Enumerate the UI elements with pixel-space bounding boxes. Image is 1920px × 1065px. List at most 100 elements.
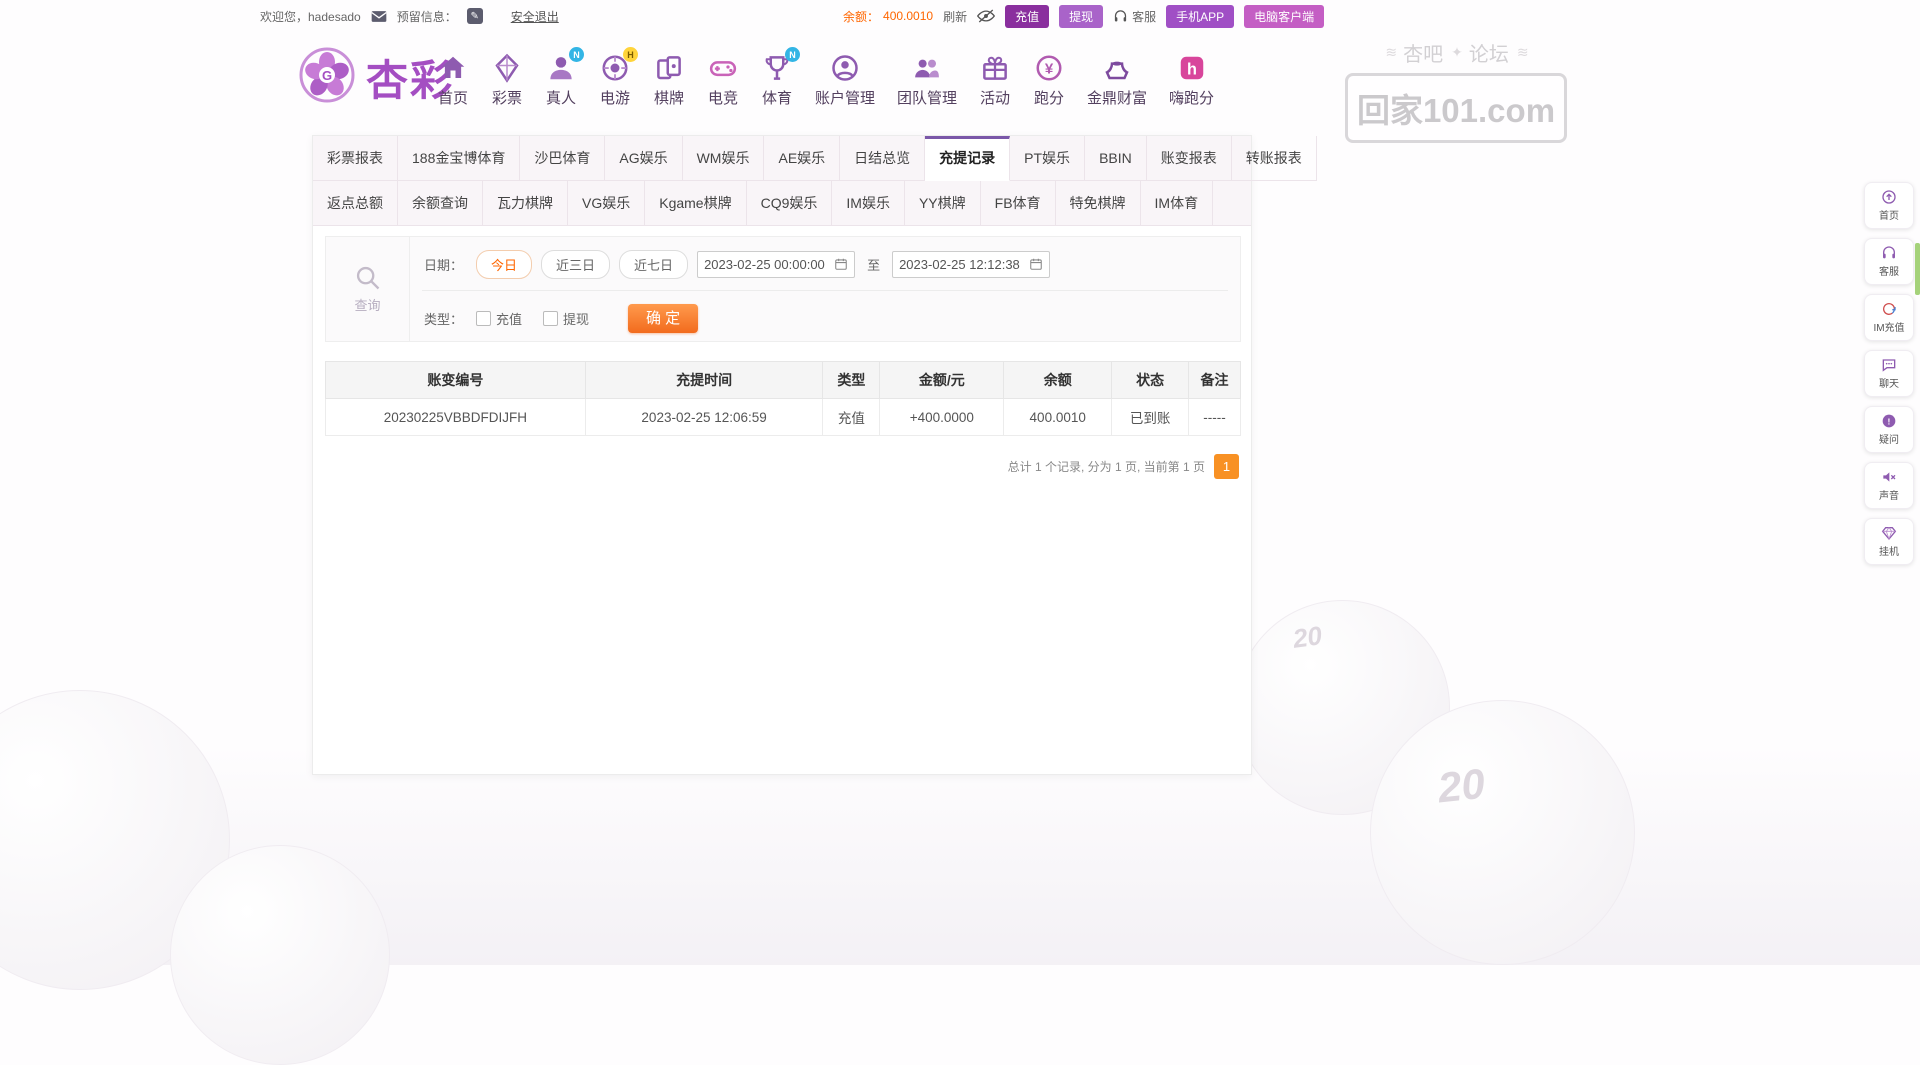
nav-item-egames[interactable]: H 电游 xyxy=(599,52,631,108)
tab-recharge-withdraw-record[interactable]: 充提记录 xyxy=(925,136,1010,181)
tab-row-2: 返点总额 余额查询 瓦力棋牌 VG娱乐 Kgame棋牌 CQ9娱乐 IM娱乐 Y… xyxy=(313,181,1251,226)
nav-item-paofen[interactable]: ¥ 跑分 xyxy=(1033,52,1065,108)
nav-item-account[interactable]: 账户管理 xyxy=(815,52,875,108)
account-icon xyxy=(829,52,861,84)
search-label: 查询 xyxy=(354,295,380,314)
tab-ag[interactable]: AG娱乐 xyxy=(605,136,682,181)
wing-decoration-icon: ≋ xyxy=(1517,44,1527,61)
headset-icon xyxy=(1881,245,1897,261)
paofen-icon: ¥ xyxy=(1033,52,1065,84)
type-label: 类型： xyxy=(424,309,463,328)
quick-3days-button[interactable]: 近三日 xyxy=(541,250,610,279)
welcome-text: 欢迎您，hadesado xyxy=(260,8,361,25)
lottery-icon xyxy=(491,52,523,84)
table-header-row: 账变编号 充提时间 类型 金额/元 余额 状态 备注 xyxy=(326,362,1241,399)
side-item-sound[interactable]: 声音 xyxy=(1864,462,1914,509)
flower-logo-icon: G xyxy=(298,46,356,109)
col-header-id: 账变编号 xyxy=(326,362,586,399)
esports-icon xyxy=(707,52,739,84)
tab-ae[interactable]: AE娱乐 xyxy=(764,136,840,181)
tab-188-sport[interactable]: 188金宝博体育 xyxy=(398,136,520,181)
tab-kgame[interactable]: Kgame棋牌 xyxy=(645,181,746,226)
tab-balance-query[interactable]: 余额查询 xyxy=(398,181,483,226)
col-header-amount: 金额/元 xyxy=(880,362,1004,399)
nav-item-hi-paofen[interactable]: h 嗨跑分 xyxy=(1169,52,1214,108)
tab-vg[interactable]: VG娱乐 xyxy=(568,181,645,226)
calendar-icon[interactable] xyxy=(834,257,848,271)
filter-panel: 查询 日期： 今日 近三日 近七日 2023-02-25 00:00:00 至 … xyxy=(325,236,1241,342)
edit-icon[interactable]: ✎ xyxy=(467,8,483,24)
home-icon xyxy=(437,52,469,84)
calendar-icon[interactable] xyxy=(1029,257,1043,271)
recharge-button[interactable]: 充值 xyxy=(1005,5,1049,28)
tab-temian-board[interactable]: 特免棋牌 xyxy=(1056,181,1141,226)
checkbox-icon[interactable] xyxy=(543,311,558,326)
confirm-button[interactable]: 确 定 xyxy=(628,304,698,333)
tab-saba-sport[interactable]: 沙巴体育 xyxy=(520,136,605,181)
col-header-note: 备注 xyxy=(1189,362,1241,399)
page-1-button[interactable]: 1 xyxy=(1214,454,1239,479)
side-item-question[interactable]: ! 疑问 xyxy=(1864,406,1914,453)
balance-value: 400.0010 xyxy=(883,9,933,23)
brand-logo[interactable]: G 杏彩 xyxy=(298,46,454,109)
svg-text:¥: ¥ xyxy=(1045,61,1054,78)
tab-transfer-report[interactable]: 转账报表 xyxy=(1232,136,1317,181)
tab-daily-summary[interactable]: 日结总览 xyxy=(840,136,925,181)
diamond-decoration-icon: ✦ xyxy=(1451,44,1461,61)
pagination: 总计 1 个记录, 分为 1 页, 当前第 1 页 1 xyxy=(1008,454,1239,479)
nav-item-activity[interactable]: 活动 xyxy=(979,52,1011,108)
tab-pt[interactable]: PT娱乐 xyxy=(1010,136,1085,181)
watermark: ≋ 杏吧 ✦ 论坛 ≋ 回家101.com xyxy=(1345,38,1567,143)
nav-item-team[interactable]: 团队管理 xyxy=(897,52,957,108)
refresh-link[interactable]: 刷新 xyxy=(943,8,967,25)
new-badge: N xyxy=(569,47,584,62)
side-item-home[interactable]: 首页 xyxy=(1864,182,1914,229)
tab-yy-board[interactable]: YY棋牌 xyxy=(905,181,981,226)
side-item-service[interactable]: 客服 xyxy=(1864,238,1914,285)
tab-im[interactable]: IM娱乐 xyxy=(832,181,905,226)
tab-account-change-report[interactable]: 账变报表 xyxy=(1147,136,1232,181)
col-header-balance: 余额 xyxy=(1004,362,1112,399)
nav-item-home[interactable]: 首页 xyxy=(437,52,469,108)
quick-today-button[interactable]: 今日 xyxy=(476,250,532,279)
records-table: 账变编号 充提时间 类型 金额/元 余额 状态 备注 20230225VBBDF… xyxy=(325,361,1241,436)
team-icon xyxy=(911,52,943,84)
pagination-summary: 总计 1 个记录, 分为 1 页, 当前第 1 页 xyxy=(1008,458,1205,475)
nav-item-esports[interactable]: 电竞 xyxy=(707,52,739,108)
type-recharge-checkbox[interactable]: 充值 xyxy=(476,309,522,328)
nav-item-lottery[interactable]: 彩票 xyxy=(491,52,523,108)
tab-wm[interactable]: WM娱乐 xyxy=(683,136,765,181)
logout-link[interactable]: 安全退出 xyxy=(511,8,559,25)
nav-item-boardgames[interactable]: 棋牌 xyxy=(653,52,685,108)
side-item-chat[interactable]: 聊天 xyxy=(1864,350,1914,397)
side-item-im-recharge[interactable]: IM充值 xyxy=(1864,294,1914,341)
report-card: 彩票报表 188金宝博体育 沙巴体育 AG娱乐 WM娱乐 AE娱乐 日结总览 充… xyxy=(312,135,1252,775)
type-withdraw-checkbox[interactable]: 提现 xyxy=(543,309,589,328)
headset-icon xyxy=(1113,9,1128,24)
tab-lottery-report[interactable]: 彩票报表 xyxy=(313,136,398,181)
decor-number: 20 xyxy=(1291,620,1324,655)
date-from-input[interactable]: 2023-02-25 00:00:00 xyxy=(697,251,855,278)
tab-wali-board[interactable]: 瓦力棋牌 xyxy=(483,181,568,226)
nav-item-wealth[interactable]: 金鼎财富 xyxy=(1087,52,1147,108)
mobile-app-button[interactable]: 手机APP xyxy=(1166,5,1234,28)
mail-icon[interactable] xyxy=(371,10,387,23)
pc-client-button[interactable]: 电脑客户端 xyxy=(1244,5,1324,28)
tab-cq9[interactable]: CQ9娱乐 xyxy=(747,181,833,226)
tab-fb-sport[interactable]: FB体育 xyxy=(981,181,1056,226)
tab-rebate-total[interactable]: 返点总额 xyxy=(313,181,398,226)
checkbox-icon[interactable] xyxy=(476,311,491,326)
tab-bbin[interactable]: BBIN xyxy=(1085,136,1147,181)
nav-item-live[interactable]: N 真人 xyxy=(545,52,577,108)
watermark-domain: 回家101.com xyxy=(1345,73,1567,143)
scrollbar-thumb[interactable] xyxy=(1915,243,1920,295)
eye-slash-icon[interactable] xyxy=(977,9,995,23)
withdraw-button[interactable]: 提现 xyxy=(1059,5,1103,28)
quick-7days-button[interactable]: 近七日 xyxy=(619,250,688,279)
date-to-input[interactable]: 2023-02-25 12:12:38 xyxy=(892,251,1050,278)
tab-im-sport[interactable]: IM体育 xyxy=(1141,181,1214,226)
service-link[interactable]: 客服 xyxy=(1132,8,1156,25)
nav-item-sports[interactable]: N 体育 xyxy=(761,52,793,108)
side-item-hangup[interactable]: 挂机 xyxy=(1864,518,1914,565)
balance-label: 余额： xyxy=(843,8,879,25)
